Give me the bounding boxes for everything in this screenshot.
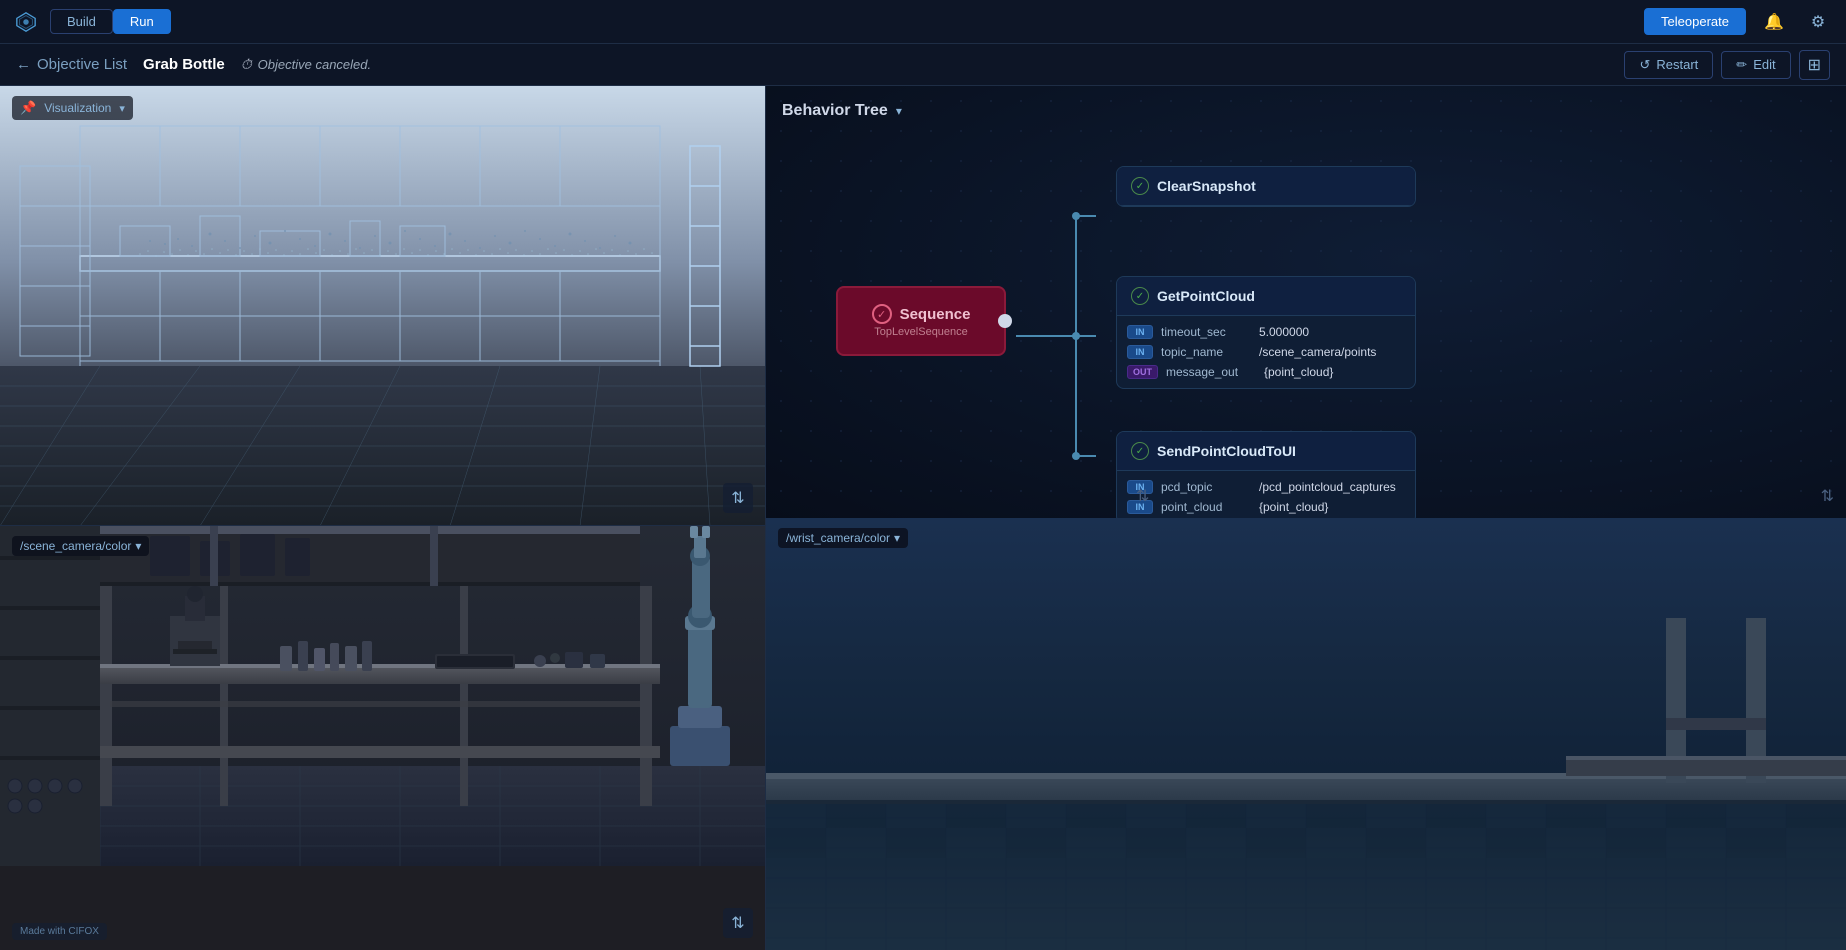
clear-snapshot-name: ClearSnapshot: [1157, 178, 1256, 194]
param-badge-in-topic: IN: [1127, 345, 1153, 359]
behavior-tree-title: Behavior Tree: [782, 102, 888, 120]
wrist-scene-svg: [766, 518, 1846, 950]
param-name-point-cloud: point_cloud: [1161, 500, 1251, 514]
sort-handle-bt[interactable]: ⇅: [1821, 486, 1834, 506]
watermark: Made with CIFOX: [12, 923, 107, 940]
get-point-cloud-node[interactable]: ✓ GetPointCloud IN timeout_sec 5.000000 …: [1116, 276, 1416, 389]
sequence-node-header: ✓ Sequence: [872, 304, 971, 324]
param-badge-in-timeout: IN: [1127, 325, 1153, 339]
param-value-pcd: /pcd_pointcloud_captures: [1259, 480, 1396, 494]
sequence-node[interactable]: ✓ Sequence TopLevelSequence: [836, 286, 1006, 356]
param-value-message-out: {point_cloud}: [1264, 365, 1333, 379]
restart-label: Restart: [1656, 57, 1698, 72]
scene-camera-view: /scene_camera/color ▾: [0, 526, 765, 950]
get-point-cloud-header: ✓ GetPointCloud: [1117, 277, 1415, 316]
get-point-cloud-name: GetPointCloud: [1157, 288, 1255, 304]
main-content: 📌 Visualization ▾: [0, 86, 1846, 950]
wireframe-scene-svg: [0, 86, 765, 526]
bt-dropdown-icon[interactable]: ▾: [896, 104, 902, 118]
sequence-check-icon: ✓: [872, 304, 892, 324]
edit-button[interactable]: ✏ Edit: [1721, 51, 1790, 79]
restart-button[interactable]: ↺ Restart: [1624, 51, 1713, 79]
left-panel: 📌 Visualization ▾: [0, 86, 766, 950]
get-point-cloud-check: ✓: [1131, 287, 1149, 305]
param-row-topic-name: IN topic_name /scene_camera/points: [1127, 342, 1405, 362]
layout-grid-button[interactable]: ⊞: [1799, 50, 1830, 80]
clear-snapshot-check: ✓: [1131, 177, 1149, 195]
right-section: Behavior Tree ▾ ✓ Sequence: [766, 86, 1846, 950]
sequence-node-subname: TopLevelSequence: [874, 326, 968, 338]
param-name-timeout: timeout_sec: [1161, 325, 1251, 339]
visualization-label: Visualization: [44, 101, 111, 115]
param-row-message-out: OUT message_out {point_cloud}: [1127, 362, 1405, 382]
view-controls: 📌 Visualization ▾: [12, 96, 133, 120]
top-navigation: Build Run Teleoperate 🔔 ⚙: [0, 0, 1846, 44]
get-point-cloud-params: IN timeout_sec 5.000000 IN topic_name /s…: [1117, 316, 1415, 388]
param-name-topic: topic_name: [1161, 345, 1251, 359]
swap-view-button[interactable]: ⇅: [723, 483, 753, 513]
scene-camera-label[interactable]: /scene_camera/color ▾: [12, 536, 149, 556]
run-button[interactable]: Run: [113, 9, 171, 34]
param-row-point-cloud: IN point_cloud {point_cloud}: [1127, 497, 1405, 517]
camera-dropdown-icon[interactable]: ▾: [135, 539, 141, 553]
clear-snapshot-header: ✓ ClearSnapshot: [1117, 167, 1415, 206]
objective-title: Grab Bottle: [143, 56, 225, 73]
resize-handle-bt[interactable]: ⇅: [1136, 486, 1149, 506]
objective-status: ⏱ Objective canceled.: [241, 56, 371, 73]
behavior-tree-panel: Behavior Tree ▾ ✓ Sequence: [766, 86, 1846, 518]
behavior-tree-header: Behavior Tree ▾: [782, 102, 902, 120]
sequence-output-port: [998, 314, 1012, 328]
wrist-camera-dropdown-icon[interactable]: ▾: [894, 531, 900, 545]
app-logo: [12, 8, 40, 36]
send-point-cloud-params: IN pcd_topic /pcd_pointcloud_captures IN…: [1117, 471, 1415, 518]
teleoperate-button[interactable]: Teleoperate: [1644, 8, 1746, 35]
param-name-message-out: message_out: [1166, 365, 1256, 379]
send-point-cloud-header: ✓ SendPointCloudToUI: [1117, 432, 1415, 471]
param-row-pcd-topic: IN pcd_topic /pcd_pointcloud_captures: [1127, 477, 1405, 497]
back-to-objective-list[interactable]: ← Objective List: [16, 56, 127, 73]
status-warning-icon: ⏱: [241, 56, 252, 73]
status-text: Objective canceled.: [258, 57, 371, 72]
camera-topic-text: /scene_camera/color: [20, 539, 131, 553]
edit-icon: ✏: [1736, 57, 1747, 73]
param-value-timeout: 5.000000: [1259, 325, 1309, 339]
send-point-cloud-name: SendPointCloudToUI: [1157, 443, 1296, 459]
param-row-timeout: IN timeout_sec 5.000000: [1127, 322, 1405, 342]
kitchen-scene-svg: [0, 526, 765, 866]
visualization-view: 📌 Visualization ▾: [0, 86, 765, 526]
notifications-icon[interactable]: 🔔: [1758, 6, 1790, 38]
build-button[interactable]: Build: [50, 9, 113, 34]
param-value-topic: /scene_camera/points: [1259, 345, 1376, 359]
objective-bar: ← Objective List Grab Bottle ⏱ Objective…: [0, 44, 1846, 86]
wrist-camera-label[interactable]: /wrist_camera/color ▾: [778, 528, 908, 548]
restart-icon: ↺: [1639, 57, 1650, 73]
edit-label: Edit: [1753, 57, 1775, 72]
back-arrow-icon: ←: [16, 56, 31, 73]
settings-icon[interactable]: ⚙: [1802, 6, 1834, 38]
send-point-cloud-node[interactable]: ✓ SendPointCloudToUI IN pcd_topic /pcd_p…: [1116, 431, 1416, 518]
objective-actions: ↺ Restart ✏ Edit ⊞: [1624, 50, 1830, 80]
wrist-camera-view: /wrist_camera/color ▾: [766, 518, 1846, 950]
send-point-cloud-check: ✓: [1131, 442, 1149, 460]
sequence-node-name: Sequence: [900, 306, 971, 323]
chevron-down-icon[interactable]: ▾: [119, 102, 125, 115]
param-name-pcd: pcd_topic: [1161, 480, 1251, 494]
bottom-left-swap-button[interactable]: ⇅: [723, 908, 753, 938]
param-value-point-cloud: {point_cloud}: [1259, 500, 1328, 514]
clear-snapshot-node[interactable]: ✓ ClearSnapshot: [1116, 166, 1416, 207]
objective-list-label[interactable]: Objective List: [37, 56, 127, 73]
wrist-camera-topic: /wrist_camera/color: [786, 531, 890, 545]
param-badge-out-message: OUT: [1127, 365, 1158, 379]
pin-icon: 📌: [20, 100, 36, 116]
